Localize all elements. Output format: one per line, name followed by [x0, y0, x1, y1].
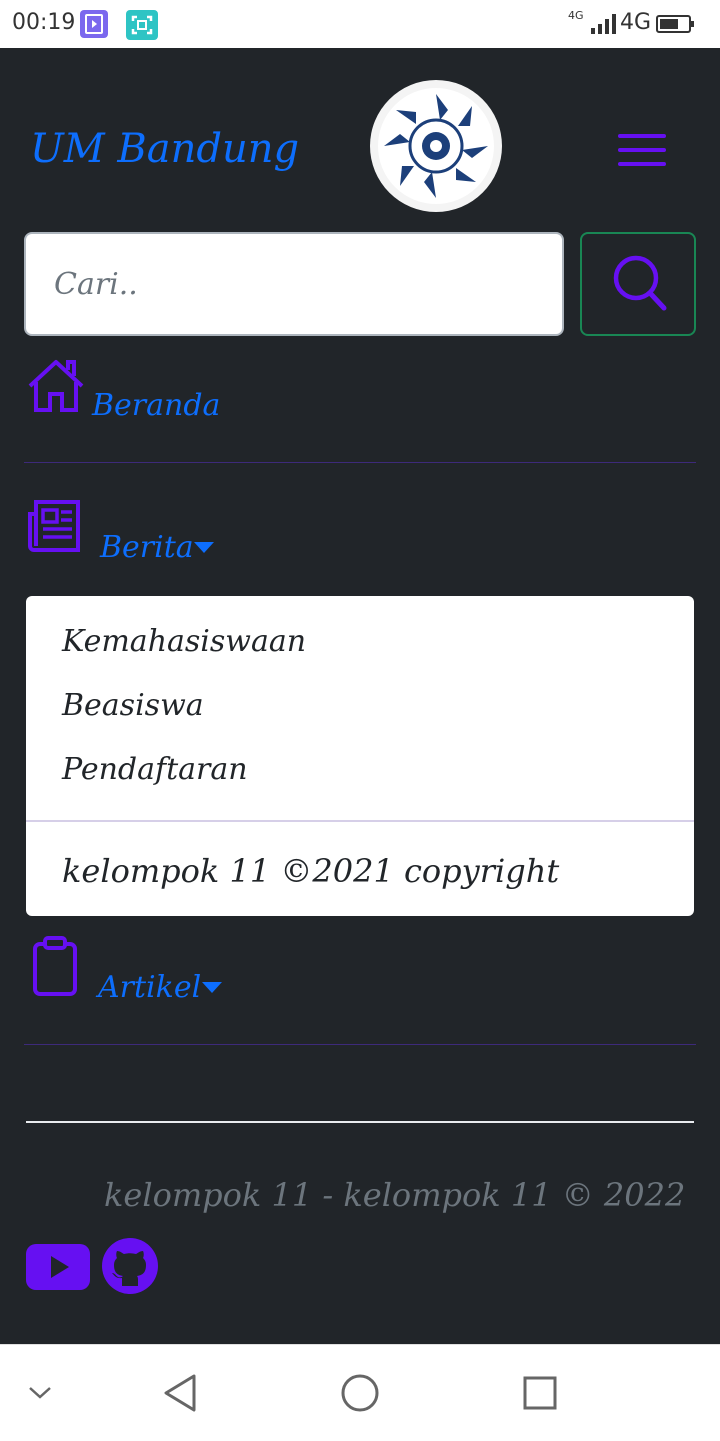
- media-player-icon: [80, 10, 108, 38]
- university-logo[interactable]: [370, 80, 502, 212]
- hamburger-line: [618, 134, 666, 138]
- search-button[interactable]: [580, 232, 696, 336]
- battery-icon: [656, 15, 694, 33]
- network-type: 4G: [620, 10, 652, 35]
- clipboard-icon: [33, 936, 77, 996]
- nav-item-berita[interactable]: Berita: [24, 496, 696, 576]
- hamburger-line: [618, 162, 666, 166]
- chevron-down-icon[interactable]: [28, 1385, 52, 1401]
- recents-icon[interactable]: [522, 1375, 558, 1411]
- dropdown-copyright: kelompok 11 ©2021 copyright: [62, 852, 560, 890]
- nav-divider: [24, 462, 696, 463]
- status-bar: 00:19 4G 4G: [0, 0, 720, 48]
- nav-label-artikel: Artikel: [98, 970, 202, 1005]
- dropdown-item-beasiswa[interactable]: Beasiswa: [62, 688, 204, 723]
- hamburger-menu-button[interactable]: [618, 134, 666, 168]
- dropdown-item-pendaftaran[interactable]: Pendaftaran: [62, 752, 248, 787]
- status-time: 00:19: [12, 10, 76, 35]
- nav-item-artikel[interactable]: Artikel: [24, 936, 696, 1016]
- app-container: UM Bandung Cari.. Beranda Berita Kemahas…: [0, 48, 720, 1344]
- dropdown-item-kemahasiswaan[interactable]: Kemahasiswaan: [62, 624, 306, 659]
- back-icon[interactable]: [162, 1373, 198, 1413]
- caret-down-icon: [194, 542, 214, 553]
- search-icon: [613, 255, 667, 311]
- brand-title[interactable]: UM Bandung: [30, 126, 299, 172]
- nav-divider: [24, 1044, 696, 1045]
- dropdown-divider: [26, 820, 694, 822]
- screenshot-icon: [126, 10, 158, 40]
- nav-item-beranda[interactable]: Beranda: [24, 354, 696, 434]
- signal-icon: [591, 14, 616, 34]
- house-icon: [28, 360, 84, 412]
- youtube-icon[interactable]: [26, 1244, 90, 1290]
- home-icon[interactable]: [340, 1373, 380, 1413]
- github-icon[interactable]: [102, 1238, 158, 1294]
- footer-divider: [26, 1121, 694, 1123]
- search-input[interactable]: [26, 234, 562, 334]
- newspaper-icon: [28, 500, 80, 552]
- nav-label-beranda: Beranda: [92, 388, 221, 423]
- berita-dropdown-menu: Kemahasiswaan Beasiswa Pendaftaran kelom…: [26, 596, 694, 916]
- nav-label-berita: Berita: [100, 530, 194, 565]
- caret-down-icon: [202, 982, 222, 993]
- network-type-small: 4G: [568, 9, 584, 22]
- hamburger-line: [618, 148, 666, 152]
- system-navigation-bar: [0, 1344, 720, 1441]
- search-field-wrapper: [24, 232, 564, 336]
- footer-copyright: kelompok 11 - kelompok 11 © 2022: [104, 1176, 686, 1214]
